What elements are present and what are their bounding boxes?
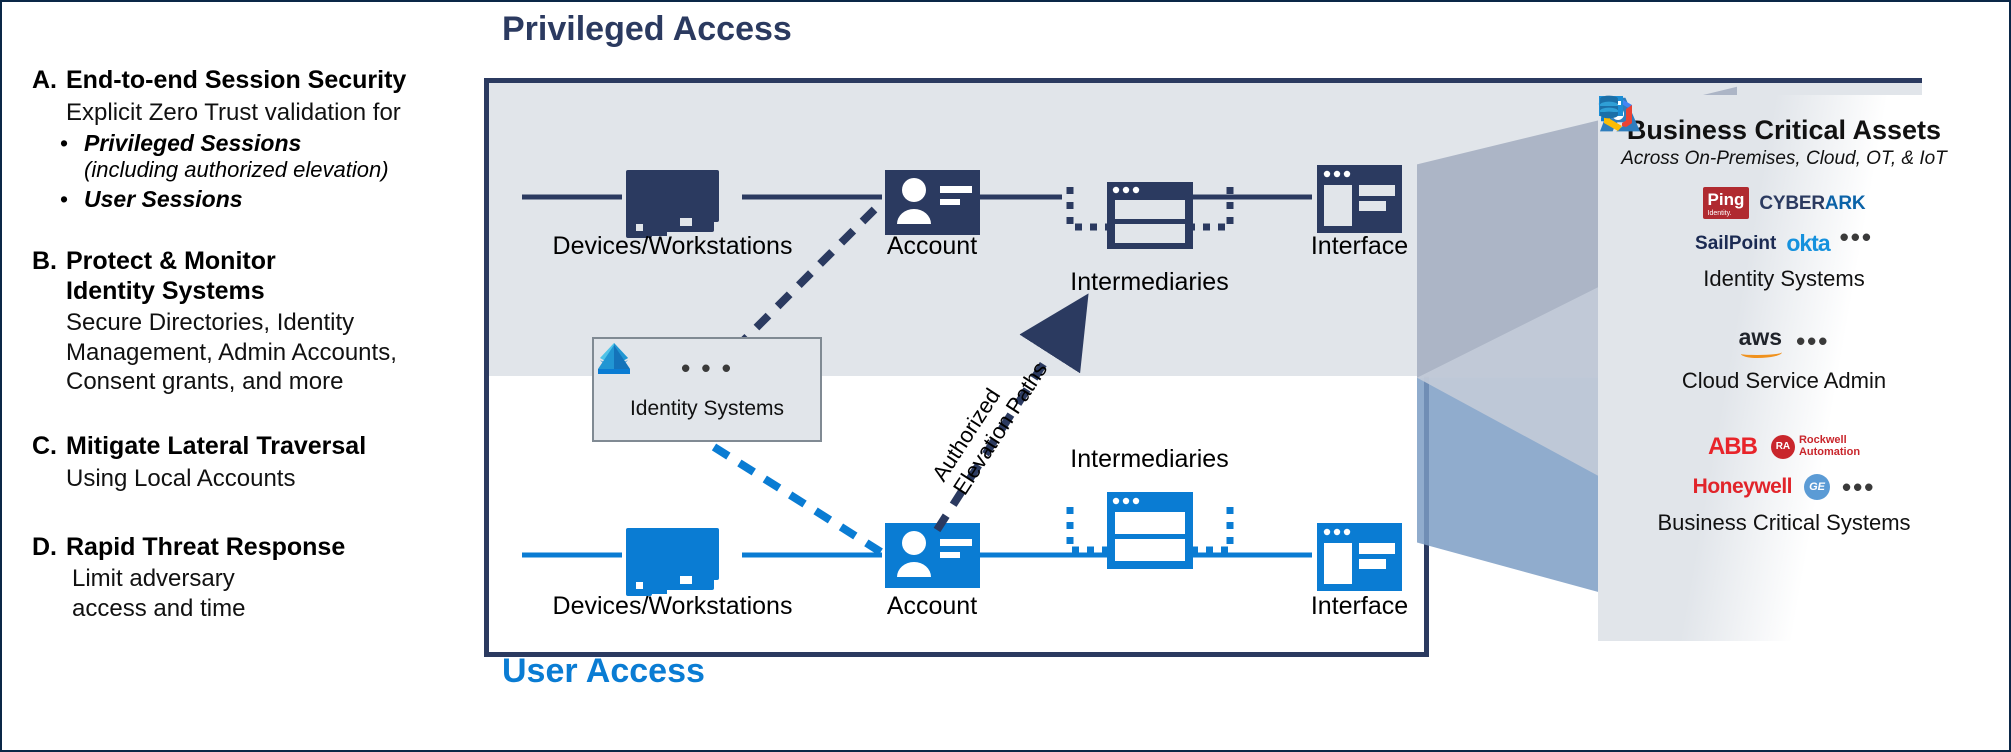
identity-systems-callout-icons: • • • — [594, 339, 820, 397]
ge-logo: GE — [1804, 474, 1831, 500]
logo-row: aws ••• — [1600, 97, 1830, 364]
interface-icon-privileged — [1317, 165, 1402, 233]
assets-panel-title: Business Critical Assets — [1626, 115, 1942, 145]
rockwell-badge: RA — [1770, 435, 1795, 459]
devices-workstations-icon-privileged — [626, 170, 719, 238]
account-icon-privileged — [885, 170, 980, 235]
identity-group-ellipsis: ••• — [1839, 222, 1873, 252]
database-icon — [1600, 95, 1618, 119]
aws-logo: aws — [1739, 324, 1783, 358]
logo-row: ABB RA Rockwell Automation — [1602, 97, 1861, 466]
account-icon-user — [885, 523, 980, 588]
interface-icon-user — [1317, 523, 1402, 591]
asset-group-label-cloud-service-admin: Cloud Service Admin — [1681, 368, 1887, 393]
intermediaries-icon-privileged — [1066, 182, 1234, 249]
identity-callout-ellipsis: • • • — [681, 353, 733, 383]
ping-identity-logo: Ping Identity. — [1702, 187, 1750, 219]
cyberark-logo: CYBERARK — [1599, 96, 1866, 214]
cyberark-logo-text: CYBERARK — [1759, 192, 1866, 214]
bcs-logo-rows: ABB RA Rockwell Automation Honeywell GE … — [1598, 95, 1970, 506]
business-critical-assets-panel: Business Critical Assets Across On-Premi… — [1598, 95, 1970, 641]
ping-logo-subtext: Identity. — [1707, 210, 1732, 217]
logo-row: SailPoint okta ••• — [1598, 95, 1873, 262]
cloud-logo-rows: aws ••• — [1598, 97, 1970, 364]
rockwell-automation-logo: RA Rockwell Automation — [1770, 434, 1861, 459]
okta-logo: okta — [1786, 229, 1830, 256]
label-intermediaries-user: Intermediaries — [1070, 445, 1229, 473]
asset-group-business-critical-systems: ABB RA Rockwell Automation Honeywell GE … — [1598, 95, 1970, 536]
asset-group-identity-systems: Ping Identity. CYBERARK SailPoint okta •… — [1598, 95, 1970, 292]
devices-workstations-icon-user — [626, 528, 719, 596]
rockwell-logo-text: Rockwell Automation — [1798, 434, 1861, 458]
identity-logo-rows: Ping Identity. CYBERARK SailPoint okta •… — [1598, 95, 1970, 262]
identity-systems-callout-label: Identity Systems — [629, 397, 785, 420]
label-account-user: Account — [886, 592, 978, 620]
label-account-privileged: Account — [886, 232, 978, 260]
cloud-group-ellipsis: ••• — [1796, 326, 1830, 356]
ping-logo-text: Ping — [1707, 190, 1745, 209]
identity-link-user — [711, 443, 887, 558]
honeywell-logo: Honeywell — [1692, 475, 1793, 498]
label-interface-privileged: Interface — [1310, 232, 1409, 260]
diagram-root: A. End-to-end Session Security Explicit … — [0, 0, 2011, 752]
logo-row: Ping Identity. CYBERARK — [1599, 96, 1866, 222]
identity-systems-callout: • • • Identity Systems — [592, 337, 822, 442]
label-intermediaries-privileged: Intermediaries — [1070, 268, 1229, 296]
logo-row: Honeywell GE ••• — [1599, 95, 1876, 506]
asset-group-label-identity-systems: Identity Systems — [1703, 266, 1865, 291]
asset-group-label-business-critical-systems: Business Critical Systems — [1657, 510, 1911, 535]
label-interface-user: Interface — [1310, 592, 1409, 620]
assets-panel-subtitle: Across On-Premises, Cloud, OT, & IoT — [1621, 148, 1947, 169]
asset-group-cloud-service-admin: aws ••• Cloud Service Admin — [1598, 97, 1970, 394]
abb-logo: ABB — [1707, 433, 1758, 460]
bcs-group-ellipsis: ••• — [1842, 472, 1876, 502]
label-devices-workstations-privileged: Devices/Workstations — [552, 232, 793, 260]
sailpoint-logo-text: SailPoint — [1695, 232, 1777, 254]
sailpoint-logo: SailPoint — [1598, 95, 1777, 254]
identity-pyramid-icon — [598, 345, 630, 374]
label-devices-workstations-user: Devices/Workstations — [552, 592, 793, 620]
